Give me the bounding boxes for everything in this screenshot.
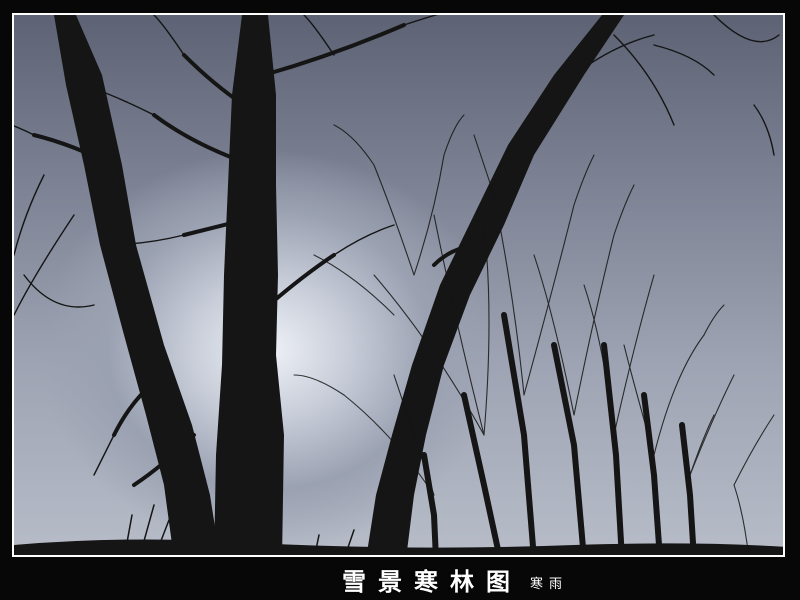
caption-author: 寒雨	[529, 576, 568, 592]
photo-frame	[12, 13, 785, 557]
left-trunk	[54, 15, 220, 555]
diagonal-trunk	[366, 15, 624, 555]
caption: 雪景寒林图 寒雨	[0, 562, 800, 596]
caption-title: 雪景寒林图	[341, 566, 522, 596]
tree-silhouette	[14, 15, 783, 555]
center-trunk	[214, 15, 284, 555]
